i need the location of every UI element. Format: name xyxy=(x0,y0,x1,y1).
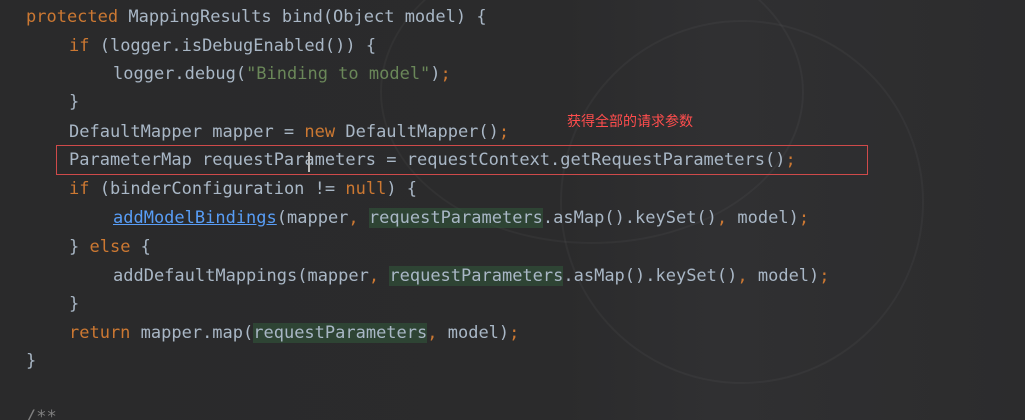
variable-usage-highlight: requestParameters xyxy=(368,208,543,228)
doc-comment: /** xyxy=(26,407,57,420)
code-text: model) xyxy=(437,323,510,343)
background-art xyxy=(560,20,924,384)
comma: , xyxy=(348,208,359,228)
code-text: DefaultMapper mapper = xyxy=(69,122,305,142)
code-text: } xyxy=(69,92,80,112)
code-line-5[interactable]: DefaultMapper mapper = new DefaultMapper… xyxy=(0,118,509,146)
text-caret xyxy=(308,152,310,172)
code-line-14[interactable]: /** xyxy=(0,403,57,420)
code-line-12[interactable]: return mapper.map(requestParameters, mod… xyxy=(0,319,519,347)
keyword: protected xyxy=(26,7,119,27)
semicolon: ; xyxy=(509,323,520,343)
semicolon: ; xyxy=(819,266,830,286)
code-line-1[interactable]: protected MappingResults bind(Object mod… xyxy=(0,3,487,31)
code-line-4[interactable]: } xyxy=(0,88,79,116)
code-text: model) xyxy=(727,208,799,228)
code-text: (mapper xyxy=(276,208,349,228)
code-text: } xyxy=(69,237,90,257)
keyword: return xyxy=(69,323,131,343)
code-line-2[interactable]: if (logger.isDebugEnabled()) { xyxy=(0,32,376,60)
code-editor[interactable]: protected MappingResults bind(Object mod… xyxy=(0,0,1025,420)
keyword: if xyxy=(69,36,90,56)
code-text: addDefaultMappings(mapper xyxy=(113,266,369,286)
comma: , xyxy=(716,208,728,228)
code-text: logger.debug( xyxy=(113,64,247,84)
semicolon: ; xyxy=(798,208,810,228)
comma: , xyxy=(368,266,380,286)
code-text: { xyxy=(130,237,151,257)
keyword: if xyxy=(69,179,90,199)
keyword: null xyxy=(345,179,387,199)
code-text: ) xyxy=(430,64,441,84)
code-text: .asMap().keySet() xyxy=(563,266,738,286)
code-text: model) xyxy=(747,266,820,286)
code-line-3[interactable]: logger.debug("Binding to model"); xyxy=(0,60,451,88)
variable-usage-highlight: requestParameters xyxy=(389,266,564,286)
code-text: .asMap().keySet() xyxy=(542,208,717,228)
keyword: else xyxy=(89,237,131,257)
code-line-10[interactable]: addDefaultMappings(mapper, requestParame… xyxy=(0,262,830,290)
comma: , xyxy=(737,266,748,286)
annotation-text: 获得全部的请求参数 xyxy=(567,114,693,130)
code-text: mapper.map( xyxy=(130,323,254,343)
string-literal: "Binding to model" xyxy=(246,64,431,84)
method-link[interactable]: addModelBindings xyxy=(113,208,277,228)
annotation-highlight-box xyxy=(56,145,868,175)
code-text: MappingResults bind(Object model) { xyxy=(118,7,487,27)
code-line-13[interactable]: } xyxy=(0,347,36,375)
code-text: } xyxy=(26,351,37,371)
code-text: (logger.isDebugEnabled()) { xyxy=(89,36,377,56)
variable-usage-highlight: requestParameters xyxy=(253,323,428,343)
semicolon: ; xyxy=(498,122,510,142)
code-text: (binderConfiguration != xyxy=(89,179,346,199)
code-text: ) { xyxy=(386,179,418,199)
keyword: new xyxy=(304,122,336,142)
code-line-7[interactable]: if (binderConfiguration != null) { xyxy=(0,175,417,203)
comma: , xyxy=(427,323,438,343)
code-line-11[interactable]: } xyxy=(0,290,79,318)
semicolon: ; xyxy=(440,64,451,84)
code-line-9[interactable]: } else { xyxy=(0,233,151,261)
code-text: } xyxy=(69,294,80,314)
code-text: DefaultMapper() xyxy=(335,122,499,142)
code-line-8[interactable]: addModelBindings(mapper, requestParamete… xyxy=(0,204,809,232)
